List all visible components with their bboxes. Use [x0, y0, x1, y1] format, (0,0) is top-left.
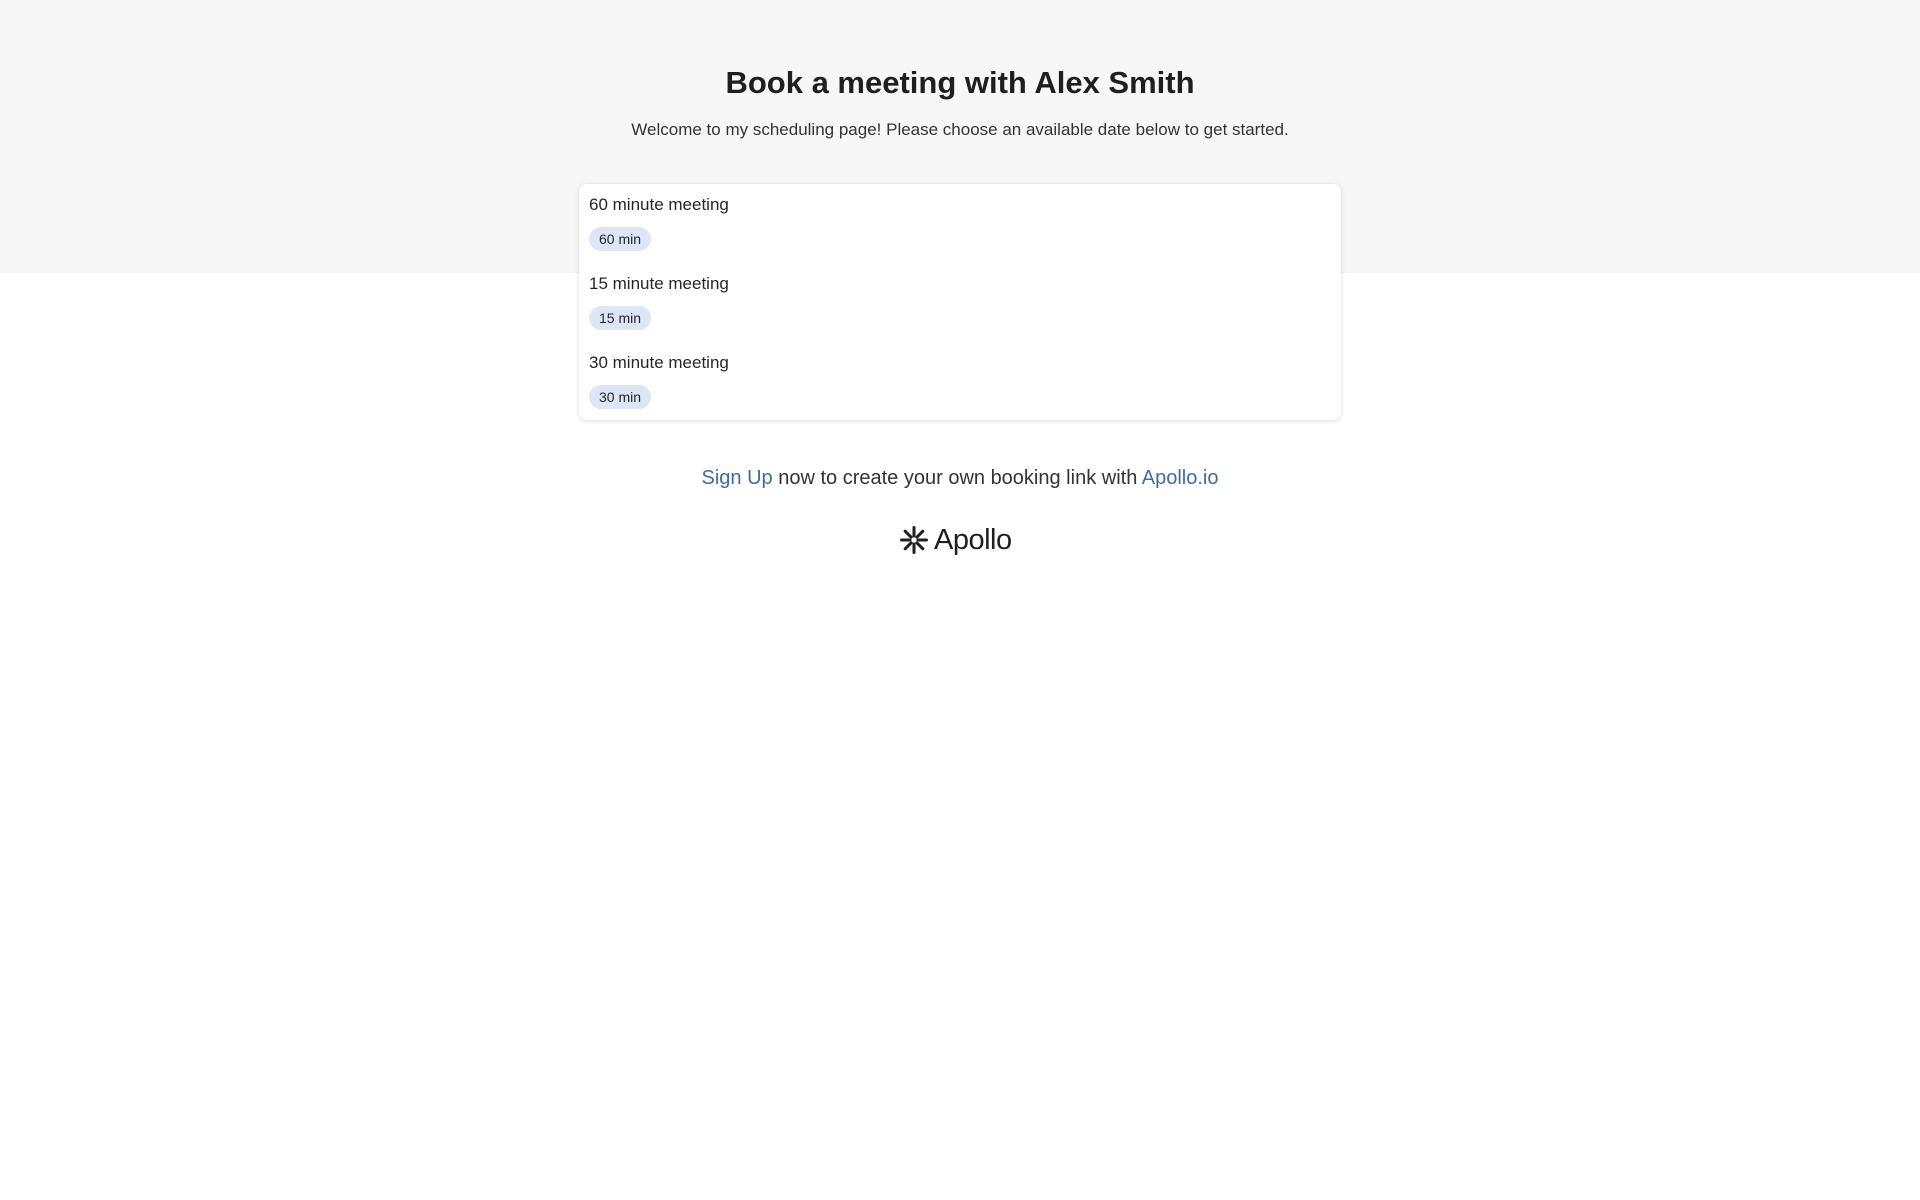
meeting-type-name: 30 minute meeting [589, 353, 729, 372]
brand-name: Apollo [934, 524, 1012, 556]
apollo-io-link[interactable]: Apollo.io [1142, 467, 1219, 489]
signup-prompt: Sign Up now to create your own booking l… [0, 465, 1920, 491]
meeting-type-list: 60 minute meeting 60 min 15 minute meeti… [579, 184, 1341, 420]
duration-badge: 30 min [589, 385, 652, 409]
meeting-type-name: 15 minute meeting [589, 274, 729, 293]
apollo-starburst-icon [900, 526, 928, 554]
duration-badge: 60 min [589, 227, 652, 251]
sign-up-link[interactable]: Sign Up [702, 467, 773, 489]
meeting-type-name: 60 minute meeting [589, 195, 729, 214]
signup-prompt-text: now to create your own booking link with [772, 467, 1142, 489]
meeting-type-15[interactable]: 15 minute meeting 15 min [589, 263, 1329, 337]
meeting-type-30[interactable]: 30 minute meeting 30 min [589, 342, 1329, 416]
apollo-logo: Apollo [900, 522, 1012, 558]
duration-badge: 15 min [589, 306, 652, 330]
welcome-message: Welcome to my scheduling page! Please ch… [631, 120, 1289, 139]
meeting-type-60[interactable]: 60 minute meeting 60 min [589, 184, 1329, 258]
page-title: Book a meeting with Alex Smith [725, 65, 1195, 100]
